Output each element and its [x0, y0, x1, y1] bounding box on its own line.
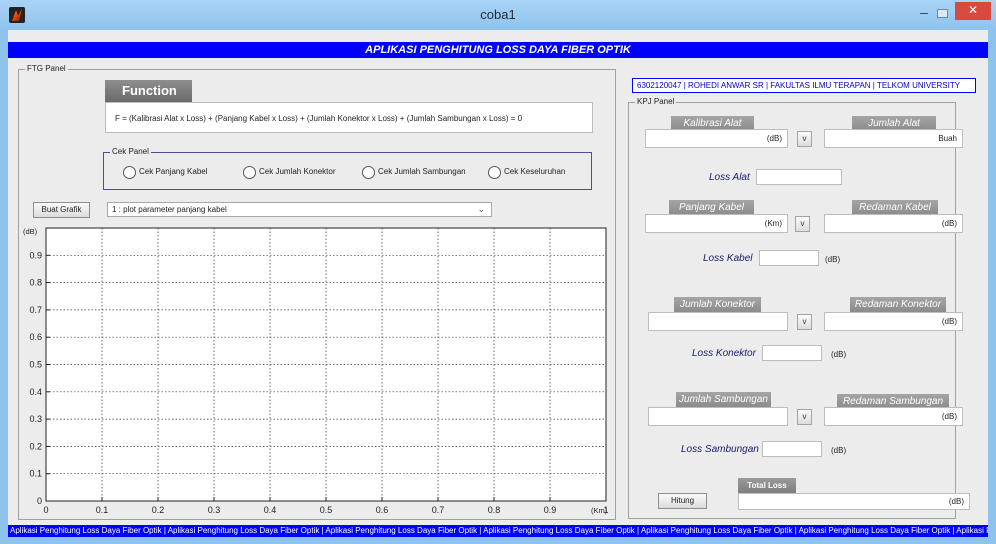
redaman-kabel-unit: (dB) — [941, 219, 957, 228]
y-axis-label: (dB) — [23, 227, 38, 236]
kalibrasi-alat-input[interactable]: (dB) — [645, 129, 788, 148]
jumlah-sambungan-input[interactable] — [648, 407, 788, 426]
x-tick-label: 0 — [43, 505, 48, 515]
author-info: 6302120047 | ROHEDI ANWAR SR | FAKULTAS … — [632, 78, 976, 93]
loss-sambungan-label: Loss Sambungan — [681, 444, 759, 455]
panjang-kabel-input[interactable]: (Km) — [645, 214, 788, 233]
panjang-kabel-header: Panjang Kabel — [669, 200, 754, 215]
loss-konektor-output — [762, 345, 822, 361]
jumlah-sambungan-header: Jumlah Sambungan — [676, 392, 771, 407]
y-tick-label: 0.5 — [29, 360, 42, 370]
loss-kabel-output — [759, 250, 819, 266]
loss-alat-output — [756, 169, 842, 185]
x-tick-label: 0.8 — [488, 505, 501, 515]
redaman-konektor-header: Redaman Konektor — [850, 297, 946, 312]
y-tick-label: 0.7 — [29, 305, 42, 315]
y-tick-label: 0.4 — [29, 387, 42, 397]
loss-konektor-label: Loss Konektor — [692, 348, 756, 359]
redaman-konektor-unit: (dB) — [941, 317, 957, 326]
x-tick-label: 0.2 — [152, 505, 165, 515]
konektor-v-button[interactable]: v — [797, 314, 812, 330]
y-tick-label: 0.3 — [29, 414, 42, 424]
x-tick-label: 0.5 — [320, 505, 333, 515]
loss-alat-label: Loss Alat — [709, 172, 750, 183]
redaman-sambungan-input[interactable]: (dB) — [824, 407, 963, 426]
footer-ticker: Aplikasi Penghitung Loss Daya Fiber Opti… — [8, 525, 988, 537]
total-loss-output: (dB) — [738, 493, 970, 510]
jumlah-alat-input[interactable]: Buah — [824, 129, 963, 148]
total-loss-unit: (dB) — [948, 497, 964, 506]
kalibrasi-v-button[interactable]: v — [797, 131, 812, 147]
redaman-kabel-header: Redaman Kabel — [852, 200, 938, 215]
jumlah-konektor-input[interactable] — [648, 312, 788, 331]
y-tick-label: 0.1 — [29, 469, 42, 479]
x-tick-label: 0.6 — [376, 505, 389, 515]
redaman-kabel-input[interactable]: (dB) — [824, 214, 963, 233]
redaman-konektor-input[interactable]: (dB) — [824, 312, 963, 331]
panjang-kabel-unit: (Km) — [764, 219, 782, 228]
loss-sambungan-output — [762, 441, 822, 457]
x-tick-label: 0.7 — [432, 505, 445, 515]
x-axis-label: (Km) — [591, 506, 608, 515]
x-tick-label: 0.1 — [96, 505, 109, 515]
kpj-panel-title: KPJ Panel — [635, 97, 677, 107]
x-tick-label: 0.9 — [544, 505, 557, 515]
jumlah-konektor-header: Jumlah Konektor — [674, 297, 761, 312]
total-loss-header: Total Loss — [738, 478, 796, 494]
y-tick-label: 0 — [37, 496, 42, 506]
y-tick-label: 0.6 — [29, 332, 42, 342]
y-tick-label: 0.2 — [29, 441, 42, 451]
loss-kabel-unit: (dB) — [825, 255, 841, 264]
loss-kabel-label: Loss Kabel — [703, 253, 753, 264]
x-tick-label: 0.3 — [208, 505, 221, 515]
redaman-sambungan-unit: (dB) — [941, 412, 957, 421]
y-tick-label: 0.8 — [29, 278, 42, 288]
y-tick-label: 0.9 — [29, 250, 42, 260]
hitung-button[interactable]: Hitung — [658, 493, 707, 509]
panjang-v-button[interactable]: v — [795, 216, 810, 232]
x-tick-label: 0.4 — [264, 505, 277, 515]
sambungan-v-button[interactable]: v — [797, 409, 812, 425]
loss-konektor-unit: (dB) — [831, 350, 847, 359]
jumlah-alat-unit: Buah — [938, 134, 957, 143]
loss-sambungan-unit: (dB) — [831, 446, 847, 455]
kalibrasi-alat-unit: (dB) — [766, 134, 782, 143]
